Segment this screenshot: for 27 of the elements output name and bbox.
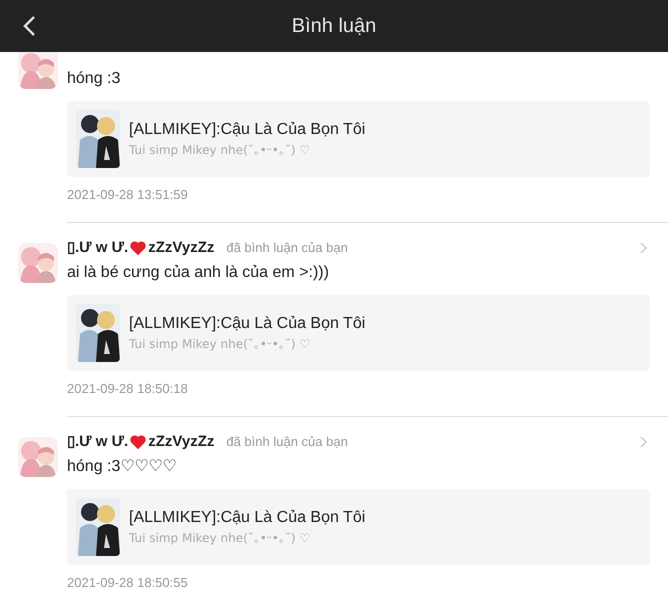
username[interactable]: ▯.Ư w Ư. [67, 430, 128, 454]
username[interactable]: ▯.Ư w Ư. [67, 236, 128, 260]
story-description: Tui simp Mikey nhe(˘｡•ᵕ•｡˘) ♡ [129, 530, 312, 547]
timestamp: 2021-09-28 18:50:55 [67, 574, 189, 592]
chevron-right-icon [640, 436, 648, 448]
back-icon [22, 15, 36, 37]
action-text: đã bình luận của bạn [226, 239, 348, 258]
story-title: [ALLMIKEY]:Cậu Là Của Bọn Tôi [129, 508, 366, 528]
story-description: Tui simp Mikey nhe(˘｡•ᵕ•｡˘) ♡ [129, 142, 312, 159]
story-title: [ALLMIKEY]:Cậu Là Của Bọn Tôi [129, 314, 366, 334]
comment-text: ai là bé cưng của anh là của em >:))) [67, 263, 330, 283]
story-card[interactable]: [ALLMIKEY]:Cậu Là Của Bọn Tôi Tui simp Mikey nhe(˘｡•ᵕ•｡˘) ♡ [67, 295, 650, 371]
heart-icon [129, 434, 148, 450]
timestamp: 2021-09-28 13:51:59 [67, 186, 189, 204]
story-title: [ALLMIKEY]:Cậu Là Của Bọn Tôi [129, 120, 366, 140]
story-card[interactable]: [ALLMIKEY]:Cậu Là Của Bọn Tôi Tui simp Mikey nhe(˘｡•ᵕ•｡˘) ♡ [67, 101, 650, 177]
heart-icon [129, 240, 148, 256]
comment-text: hóng :3 [67, 69, 122, 89]
timestamp: 2021-09-28 18:50:18 [67, 380, 189, 398]
username[interactable]: zZzVyzZz [148, 236, 214, 260]
chevron-right-icon [640, 242, 648, 254]
page-title: Bình luận [292, 14, 376, 39]
comment-text: hóng :3♡♡♡♡ [67, 457, 178, 477]
action-text: đã bình luận của bạn [226, 433, 348, 452]
story-description: Tui simp Mikey nhe(˘｡•ᵕ•｡˘) ♡ [129, 336, 312, 353]
story-card[interactable]: [ALLMIKEY]:Cậu Là Của Bọn Tôi Tui simp Mikey nhe(˘｡•ᵕ•｡˘) ♡ [67, 489, 650, 565]
username[interactable]: zZzVyzZz [148, 430, 214, 454]
